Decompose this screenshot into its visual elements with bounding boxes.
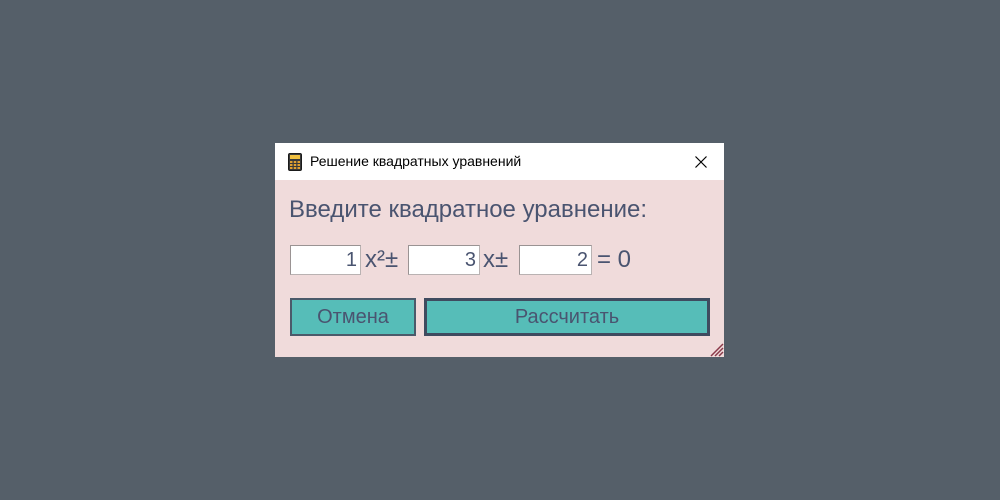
window-title: Решение квадратных уравнений <box>310 153 522 169</box>
quadratic-solver-window: Решение квадратных уравнений Введите ква… <box>275 143 724 357</box>
equation-prompt: Введите квадратное уравнение: <box>289 196 648 223</box>
calculate-button[interactable]: Рассчитать <box>424 298 710 336</box>
x-operator-label: x± <box>483 246 509 273</box>
close-button[interactable] <box>678 143 724 180</box>
coefficient-b-input[interactable] <box>408 245 480 275</box>
calculator-icon <box>288 153 302 171</box>
title-bar[interactable]: Решение квадратных уравнений <box>275 143 724 180</box>
coefficient-a-input[interactable] <box>290 245 361 275</box>
coefficient-c-input[interactable] <box>519 245 592 275</box>
cancel-button[interactable]: Отмена <box>290 298 416 336</box>
equals-zero-label: = 0 <box>597 246 632 273</box>
close-icon <box>695 155 707 168</box>
x-squared-operator-label: x²± <box>365 246 399 273</box>
resize-grip-icon[interactable] <box>708 341 724 357</box>
